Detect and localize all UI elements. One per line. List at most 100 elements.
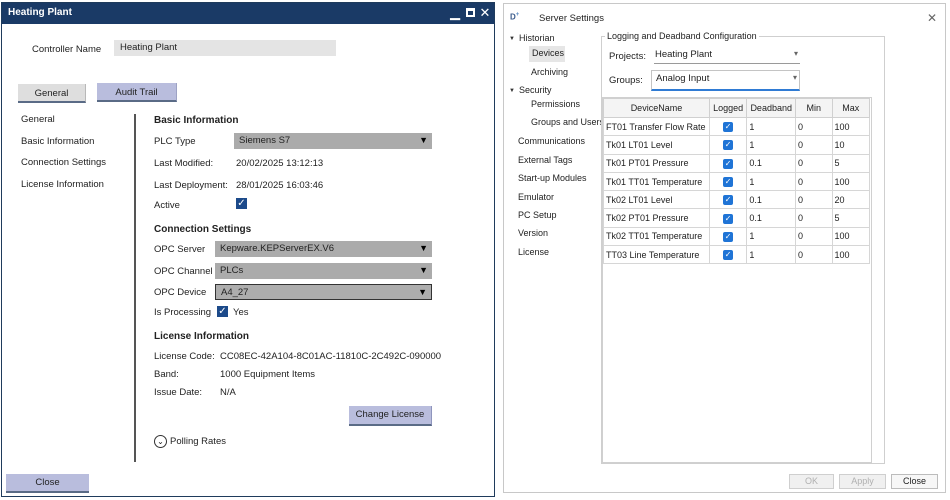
column-header-logged[interactable]: Logged bbox=[708, 98, 748, 118]
close-icon[interactable]: ✕ bbox=[927, 11, 937, 25]
table-row[interactable]: TT03 Line Temperature ✓ 1 0 100 bbox=[603, 245, 870, 265]
tree-groups-and-users[interactable]: Groups and Users bbox=[531, 117, 604, 127]
caret-down-icon: ▼ bbox=[509, 35, 515, 42]
min-cell[interactable]: 0 bbox=[795, 153, 833, 173]
polling-rates-toggle[interactable]: ⌄ Polling Rates bbox=[154, 435, 226, 448]
tree-archiving[interactable]: Archiving bbox=[531, 67, 568, 77]
min-cell[interactable]: 0 bbox=[795, 190, 833, 210]
logging-config-title: Logging and Deadband Configuration bbox=[605, 31, 759, 41]
logged-checkbox[interactable]: ✓ bbox=[723, 122, 734, 133]
max-cell[interactable]: 5 bbox=[831, 153, 870, 173]
tree-external-tags[interactable]: External Tags bbox=[518, 155, 572, 165]
min-cell[interactable]: 0 bbox=[795, 171, 833, 192]
min-cell[interactable]: 0 bbox=[795, 226, 833, 247]
opc-device-dropdown[interactable]: A4_27 ▼ bbox=[215, 284, 432, 300]
max-cell[interactable]: 10 bbox=[831, 135, 870, 155]
deadband-cell[interactable]: 1 bbox=[746, 171, 797, 192]
min-cell[interactable]: 0 bbox=[795, 135, 833, 155]
server-settings-window: D+ Server Settings ✕ ▼ Historian Devices … bbox=[503, 3, 946, 493]
deadband-cell[interactable]: 1 bbox=[746, 245, 797, 265]
tree-communications[interactable]: Communications bbox=[518, 136, 585, 146]
close-icon[interactable]: ✕ bbox=[478, 6, 492, 20]
tree-security[interactable]: ▼ Security bbox=[509, 85, 551, 95]
plc-type-label: PLC Type bbox=[154, 136, 196, 147]
logged-checkbox[interactable]: ✓ bbox=[723, 231, 734, 242]
window-titlebar[interactable]: Heating Plant ▁ ✕ bbox=[2, 3, 494, 24]
minimize-icon[interactable]: ▁ bbox=[448, 6, 462, 20]
tree-version[interactable]: Version bbox=[518, 228, 548, 238]
apply-button[interactable]: Apply bbox=[839, 474, 886, 489]
nav-basic-information[interactable]: Basic Information bbox=[21, 136, 94, 147]
column-header-devicename[interactable]: DeviceName bbox=[603, 98, 710, 118]
max-cell[interactable]: 100 bbox=[831, 226, 870, 247]
tree-startup-modules[interactable]: Start-up Modules bbox=[518, 173, 587, 183]
nav-license-information[interactable]: License Information bbox=[21, 179, 104, 190]
max-cell[interactable]: 100 bbox=[831, 245, 870, 265]
maximize-icon[interactable] bbox=[463, 6, 477, 20]
tree-emulator[interactable]: Emulator bbox=[518, 192, 554, 202]
logged-checkbox[interactable]: ✓ bbox=[723, 158, 734, 169]
opc-server-value: Kepware.KEPServerEX.V6 bbox=[220, 243, 335, 254]
plc-type-dropdown[interactable]: Siemens S7 ▼ bbox=[234, 133, 432, 149]
device-name-cell: Tk01 LT01 Level bbox=[603, 135, 710, 155]
deadband-cell[interactable]: 0.1 bbox=[746, 153, 797, 173]
is-processing-checkbox[interactable]: ✓ bbox=[217, 306, 228, 317]
groups-label: Groups: bbox=[609, 75, 643, 86]
tab-audit-trail[interactable]: Audit Trail bbox=[97, 83, 177, 102]
column-header-min[interactable]: Min bbox=[795, 98, 833, 118]
connection-settings-heading: Connection Settings bbox=[154, 224, 252, 235]
column-header-deadband[interactable]: Deadband bbox=[746, 98, 797, 118]
opc-channel-value: PLCs bbox=[220, 265, 244, 276]
table-row[interactable]: Tk02 PT01 Pressure ✓ 0.1 0 5 bbox=[603, 208, 870, 228]
change-license-button[interactable]: Change License bbox=[349, 406, 432, 426]
tree-historian[interactable]: ▼ Historian bbox=[509, 33, 554, 43]
tree-pc-setup[interactable]: PC Setup bbox=[518, 210, 557, 220]
table-row[interactable]: Tk02 LT01 Level ✓ 0.1 0 20 bbox=[603, 190, 870, 210]
min-cell[interactable]: 0 bbox=[795, 116, 833, 137]
tree-permissions[interactable]: Permissions bbox=[531, 99, 580, 109]
close-button[interactable]: Close bbox=[891, 474, 938, 489]
table-row[interactable]: Tk01 PT01 Pressure ✓ 0.1 0 5 bbox=[603, 153, 870, 173]
deadband-cell[interactable]: 1 bbox=[746, 135, 797, 155]
deadband-cell[interactable]: 0.1 bbox=[746, 190, 797, 210]
max-cell[interactable]: 20 bbox=[831, 190, 870, 210]
is-processing-value: Yes bbox=[233, 307, 249, 318]
ok-button[interactable]: OK bbox=[789, 474, 834, 489]
projects-dropdown[interactable]: Heating Plant ▾ bbox=[654, 47, 800, 64]
table-row[interactable]: FT01 Transfer Flow Rate ✓ 1 0 100 bbox=[603, 116, 870, 137]
tree-license[interactable]: License bbox=[518, 247, 549, 257]
nav-connection-settings[interactable]: Connection Settings bbox=[21, 157, 106, 168]
polling-rates-label: Polling Rates bbox=[170, 436, 226, 447]
logged-checkbox[interactable]: ✓ bbox=[723, 177, 734, 188]
max-cell[interactable]: 100 bbox=[831, 116, 870, 137]
deadband-cell[interactable]: 0.1 bbox=[746, 208, 797, 228]
active-checkbox[interactable]: ✓ bbox=[236, 198, 247, 209]
column-header-max[interactable]: Max bbox=[831, 98, 870, 118]
logged-checkbox[interactable]: ✓ bbox=[723, 213, 734, 224]
opc-server-dropdown[interactable]: Kepware.KEPServerEX.V6 ▼ bbox=[215, 241, 432, 257]
close-button[interactable]: Close bbox=[6, 474, 89, 493]
device-name-cell: Tk02 LT01 Level bbox=[603, 190, 710, 210]
table-row[interactable]: Tk01 LT01 Level ✓ 1 0 10 bbox=[603, 135, 870, 155]
tab-general[interactable]: General bbox=[18, 84, 86, 103]
table-row[interactable]: Tk01 TT01 Temperature ✓ 1 0 100 bbox=[603, 171, 870, 192]
max-cell[interactable]: 5 bbox=[831, 208, 870, 228]
table-row[interactable]: Tk02 TT01 Temperature ✓ 1 0 100 bbox=[603, 226, 870, 247]
logged-checkbox[interactable]: ✓ bbox=[723, 250, 734, 261]
logged-checkbox[interactable]: ✓ bbox=[723, 195, 734, 206]
tree-devices[interactable]: Devices bbox=[529, 46, 565, 62]
controller-window: Heating Plant ▁ ✕ Controller Name Heatin… bbox=[1, 2, 495, 497]
opc-device-label: OPC Device bbox=[154, 287, 207, 298]
controller-name-input[interactable]: Heating Plant bbox=[114, 40, 336, 56]
deadband-cell[interactable]: 1 bbox=[746, 116, 797, 137]
max-cell[interactable]: 100 bbox=[831, 171, 870, 192]
opc-server-label: OPC Server bbox=[154, 244, 206, 255]
min-cell[interactable]: 0 bbox=[795, 245, 833, 265]
deadband-cell[interactable]: 1 bbox=[746, 226, 797, 247]
active-label: Active bbox=[154, 200, 180, 211]
min-cell[interactable]: 0 bbox=[795, 208, 833, 228]
nav-general[interactable]: General bbox=[21, 114, 55, 125]
opc-channel-dropdown[interactable]: PLCs ▼ bbox=[215, 263, 432, 279]
logged-checkbox[interactable]: ✓ bbox=[723, 140, 734, 151]
groups-dropdown[interactable]: Analog Input ▾ bbox=[651, 70, 800, 91]
